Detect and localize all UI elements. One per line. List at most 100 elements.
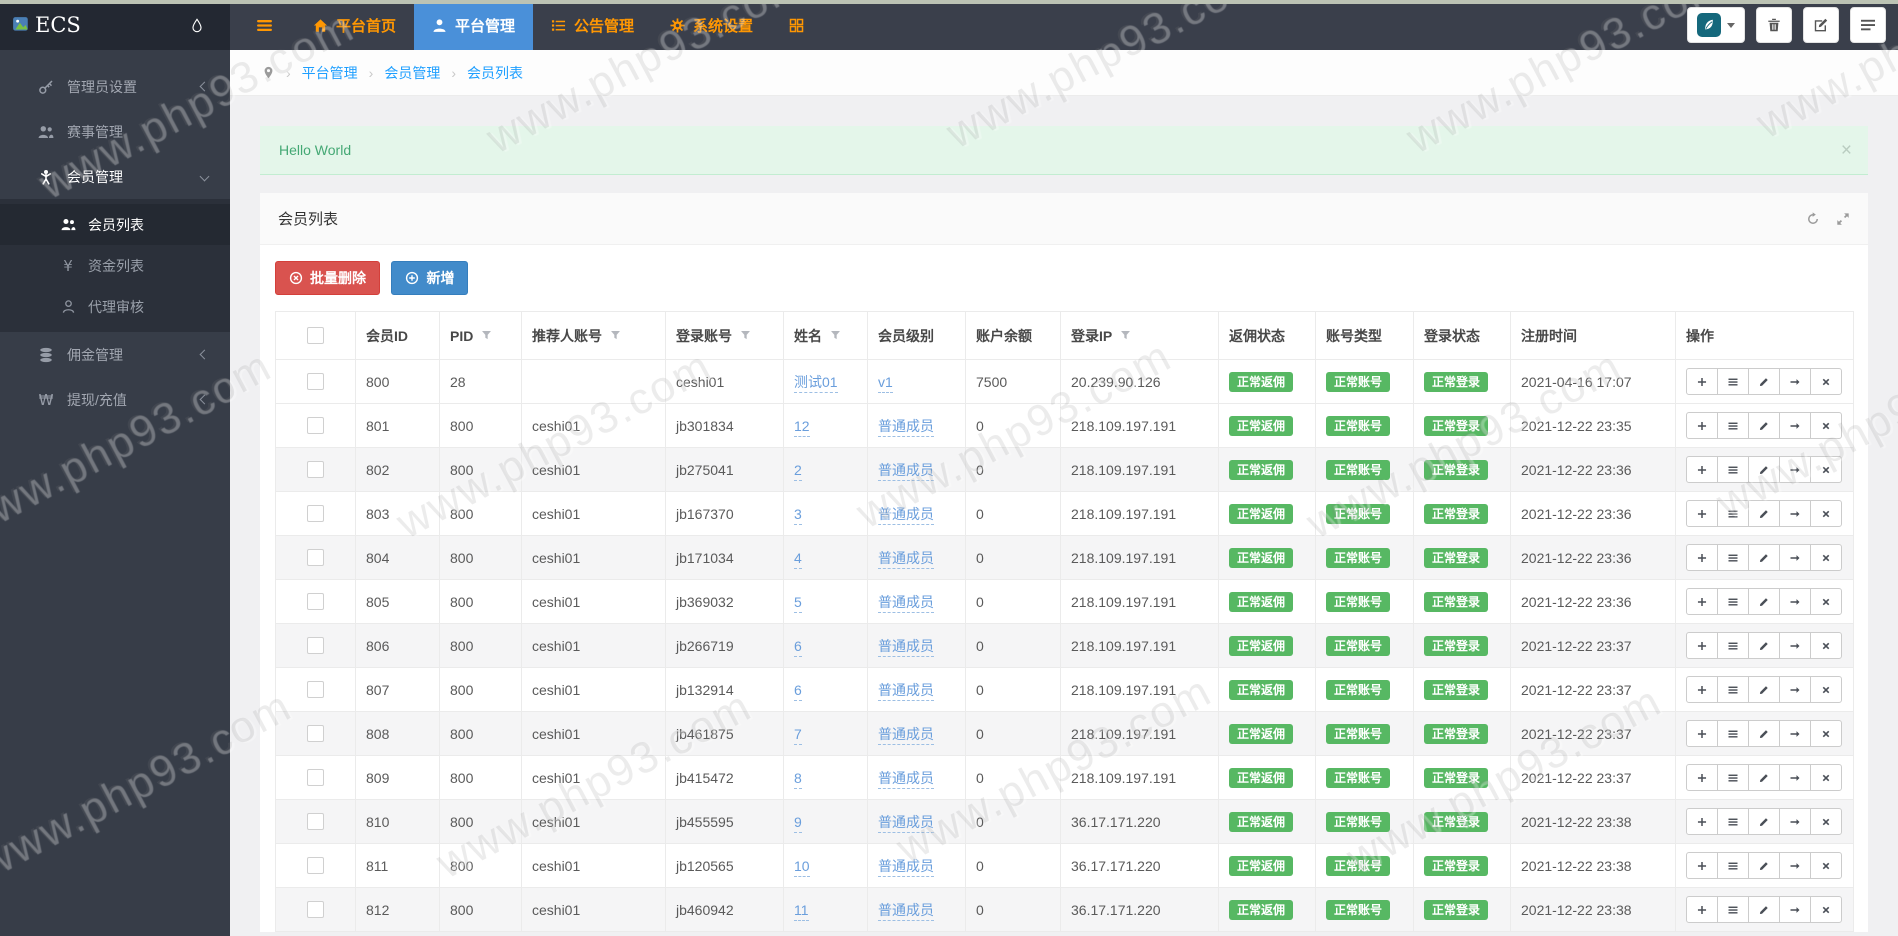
edit-button[interactable] [1748, 588, 1780, 615]
row-checkbox[interactable] [307, 505, 324, 523]
detail-button[interactable] [1717, 676, 1749, 703]
row-checkbox[interactable] [307, 857, 324, 875]
breadcrumb-link[interactable]: 会员管理 [384, 63, 440, 83]
status-badge[interactable]: 正常账号 [1326, 811, 1391, 832]
row-checkbox[interactable] [307, 549, 324, 567]
row-checkbox[interactable] [307, 901, 324, 919]
status-badge[interactable]: 正常登录 [1424, 679, 1489, 700]
filter-icon[interactable] [830, 330, 841, 341]
name-link[interactable]: 7 [794, 725, 802, 745]
status-badge[interactable]: 正常账号 [1326, 371, 1391, 392]
status-badge[interactable]: 正常返佣 [1229, 679, 1294, 700]
status-badge[interactable]: 正常登录 [1424, 811, 1489, 832]
level-link[interactable]: 普通成员 [878, 593, 934, 613]
level-link[interactable]: 普通成员 [878, 505, 934, 525]
filter-icon[interactable] [1120, 330, 1131, 341]
batch-delete-button[interactable]: 批量删除 [275, 261, 380, 295]
row-checkbox[interactable] [307, 813, 324, 831]
sidebar-subitem-fund-list[interactable]: ¥ 资金列表 [0, 245, 230, 286]
droplet-icon[interactable] [190, 17, 204, 33]
nav-item-system[interactable]: 系统设置 [652, 0, 771, 50]
delete-button[interactable] [1810, 544, 1842, 571]
detail-button[interactable] [1717, 632, 1749, 659]
status-badge[interactable]: 正常登录 [1424, 635, 1489, 656]
status-badge[interactable]: 正常返佣 [1229, 415, 1294, 436]
status-badge[interactable]: 正常登录 [1424, 371, 1489, 392]
status-badge[interactable]: 正常登录 [1424, 415, 1489, 436]
status-badge[interactable]: 正常账号 [1326, 459, 1391, 480]
sidebar-item-member-manage[interactable]: 会员管理 [0, 154, 230, 199]
status-badge[interactable]: 正常登录 [1424, 503, 1489, 524]
expand-icon[interactable] [1836, 212, 1850, 226]
add-button[interactable] [1686, 368, 1718, 395]
status-badge[interactable]: 正常账号 [1326, 679, 1391, 700]
sidebar-subitem-agent-audit[interactable]: 代理审核 [0, 286, 230, 327]
add-button[interactable] [1686, 500, 1718, 527]
menu-toggle-icon[interactable] [256, 17, 273, 34]
status-badge[interactable]: 正常登录 [1424, 855, 1489, 876]
delete-button[interactable] [1810, 588, 1842, 615]
level-link[interactable]: 普通成员 [878, 769, 934, 789]
select-all-checkbox[interactable] [307, 327, 324, 345]
status-badge[interactable]: 正常账号 [1326, 635, 1391, 656]
transfer-button[interactable] [1779, 720, 1811, 747]
breadcrumb-link[interactable]: 会员列表 [467, 63, 523, 83]
level-link[interactable]: 普通成员 [878, 461, 934, 481]
transfer-button[interactable] [1779, 456, 1811, 483]
level-link[interactable]: v1 [878, 373, 893, 393]
detail-button[interactable] [1717, 852, 1749, 879]
transfer-button[interactable] [1779, 368, 1811, 395]
filter-icon[interactable] [740, 330, 751, 341]
delete-button[interactable] [1810, 456, 1842, 483]
delete-button[interactable] [1810, 632, 1842, 659]
transfer-button[interactable] [1779, 676, 1811, 703]
detail-button[interactable] [1717, 764, 1749, 791]
edit-button[interactable] [1748, 412, 1780, 439]
edit-button[interactable] [1748, 896, 1780, 923]
detail-button[interactable] [1717, 412, 1749, 439]
name-link[interactable]: 6 [794, 681, 802, 701]
row-checkbox[interactable] [307, 417, 324, 435]
detail-button[interactable] [1717, 588, 1749, 615]
trash-button[interactable] [1756, 7, 1792, 43]
detail-button[interactable] [1717, 544, 1749, 571]
status-badge[interactable]: 正常返佣 [1229, 459, 1294, 480]
add-button[interactable] [1686, 896, 1718, 923]
row-checkbox[interactable] [307, 593, 324, 611]
detail-button[interactable] [1717, 808, 1749, 835]
delete-button[interactable] [1810, 676, 1842, 703]
edit-button[interactable] [1748, 456, 1780, 483]
transfer-button[interactable] [1779, 588, 1811, 615]
status-badge[interactable]: 正常账号 [1326, 547, 1391, 568]
status-badge[interactable]: 正常返佣 [1229, 767, 1294, 788]
delete-button[interactable] [1810, 720, 1842, 747]
level-link[interactable]: 普通成员 [878, 417, 934, 437]
status-badge[interactable]: 正常返佣 [1229, 811, 1294, 832]
sidebar-item-match-manage[interactable]: 赛事管理 [0, 109, 230, 154]
transfer-button[interactable] [1779, 852, 1811, 879]
status-badge[interactable]: 正常返佣 [1229, 899, 1294, 920]
add-button[interactable] [1686, 808, 1718, 835]
transfer-button[interactable] [1779, 896, 1811, 923]
name-link[interactable]: 8 [794, 769, 802, 789]
level-link[interactable]: 普通成员 [878, 681, 934, 701]
status-badge[interactable]: 正常返佣 [1229, 855, 1294, 876]
edit-button[interactable] [1748, 544, 1780, 571]
status-badge[interactable]: 正常登录 [1424, 767, 1489, 788]
add-button[interactable] [1686, 676, 1718, 703]
transfer-button[interactable] [1779, 808, 1811, 835]
delete-button[interactable] [1810, 808, 1842, 835]
transfer-button[interactable] [1779, 544, 1811, 571]
status-badge[interactable]: 正常返佣 [1229, 591, 1294, 612]
name-link[interactable]: 6 [794, 637, 802, 657]
status-badge[interactable]: 正常返佣 [1229, 723, 1294, 744]
status-badge[interactable]: 正常账号 [1326, 767, 1391, 788]
edit-button[interactable] [1748, 632, 1780, 659]
row-checkbox[interactable] [307, 681, 324, 699]
delete-button[interactable] [1810, 500, 1842, 527]
add-button[interactable] [1686, 412, 1718, 439]
row-checkbox[interactable] [307, 769, 324, 787]
delete-button[interactable] [1810, 764, 1842, 791]
status-badge[interactable]: 正常账号 [1326, 723, 1391, 744]
name-link[interactable]: 9 [794, 813, 802, 833]
